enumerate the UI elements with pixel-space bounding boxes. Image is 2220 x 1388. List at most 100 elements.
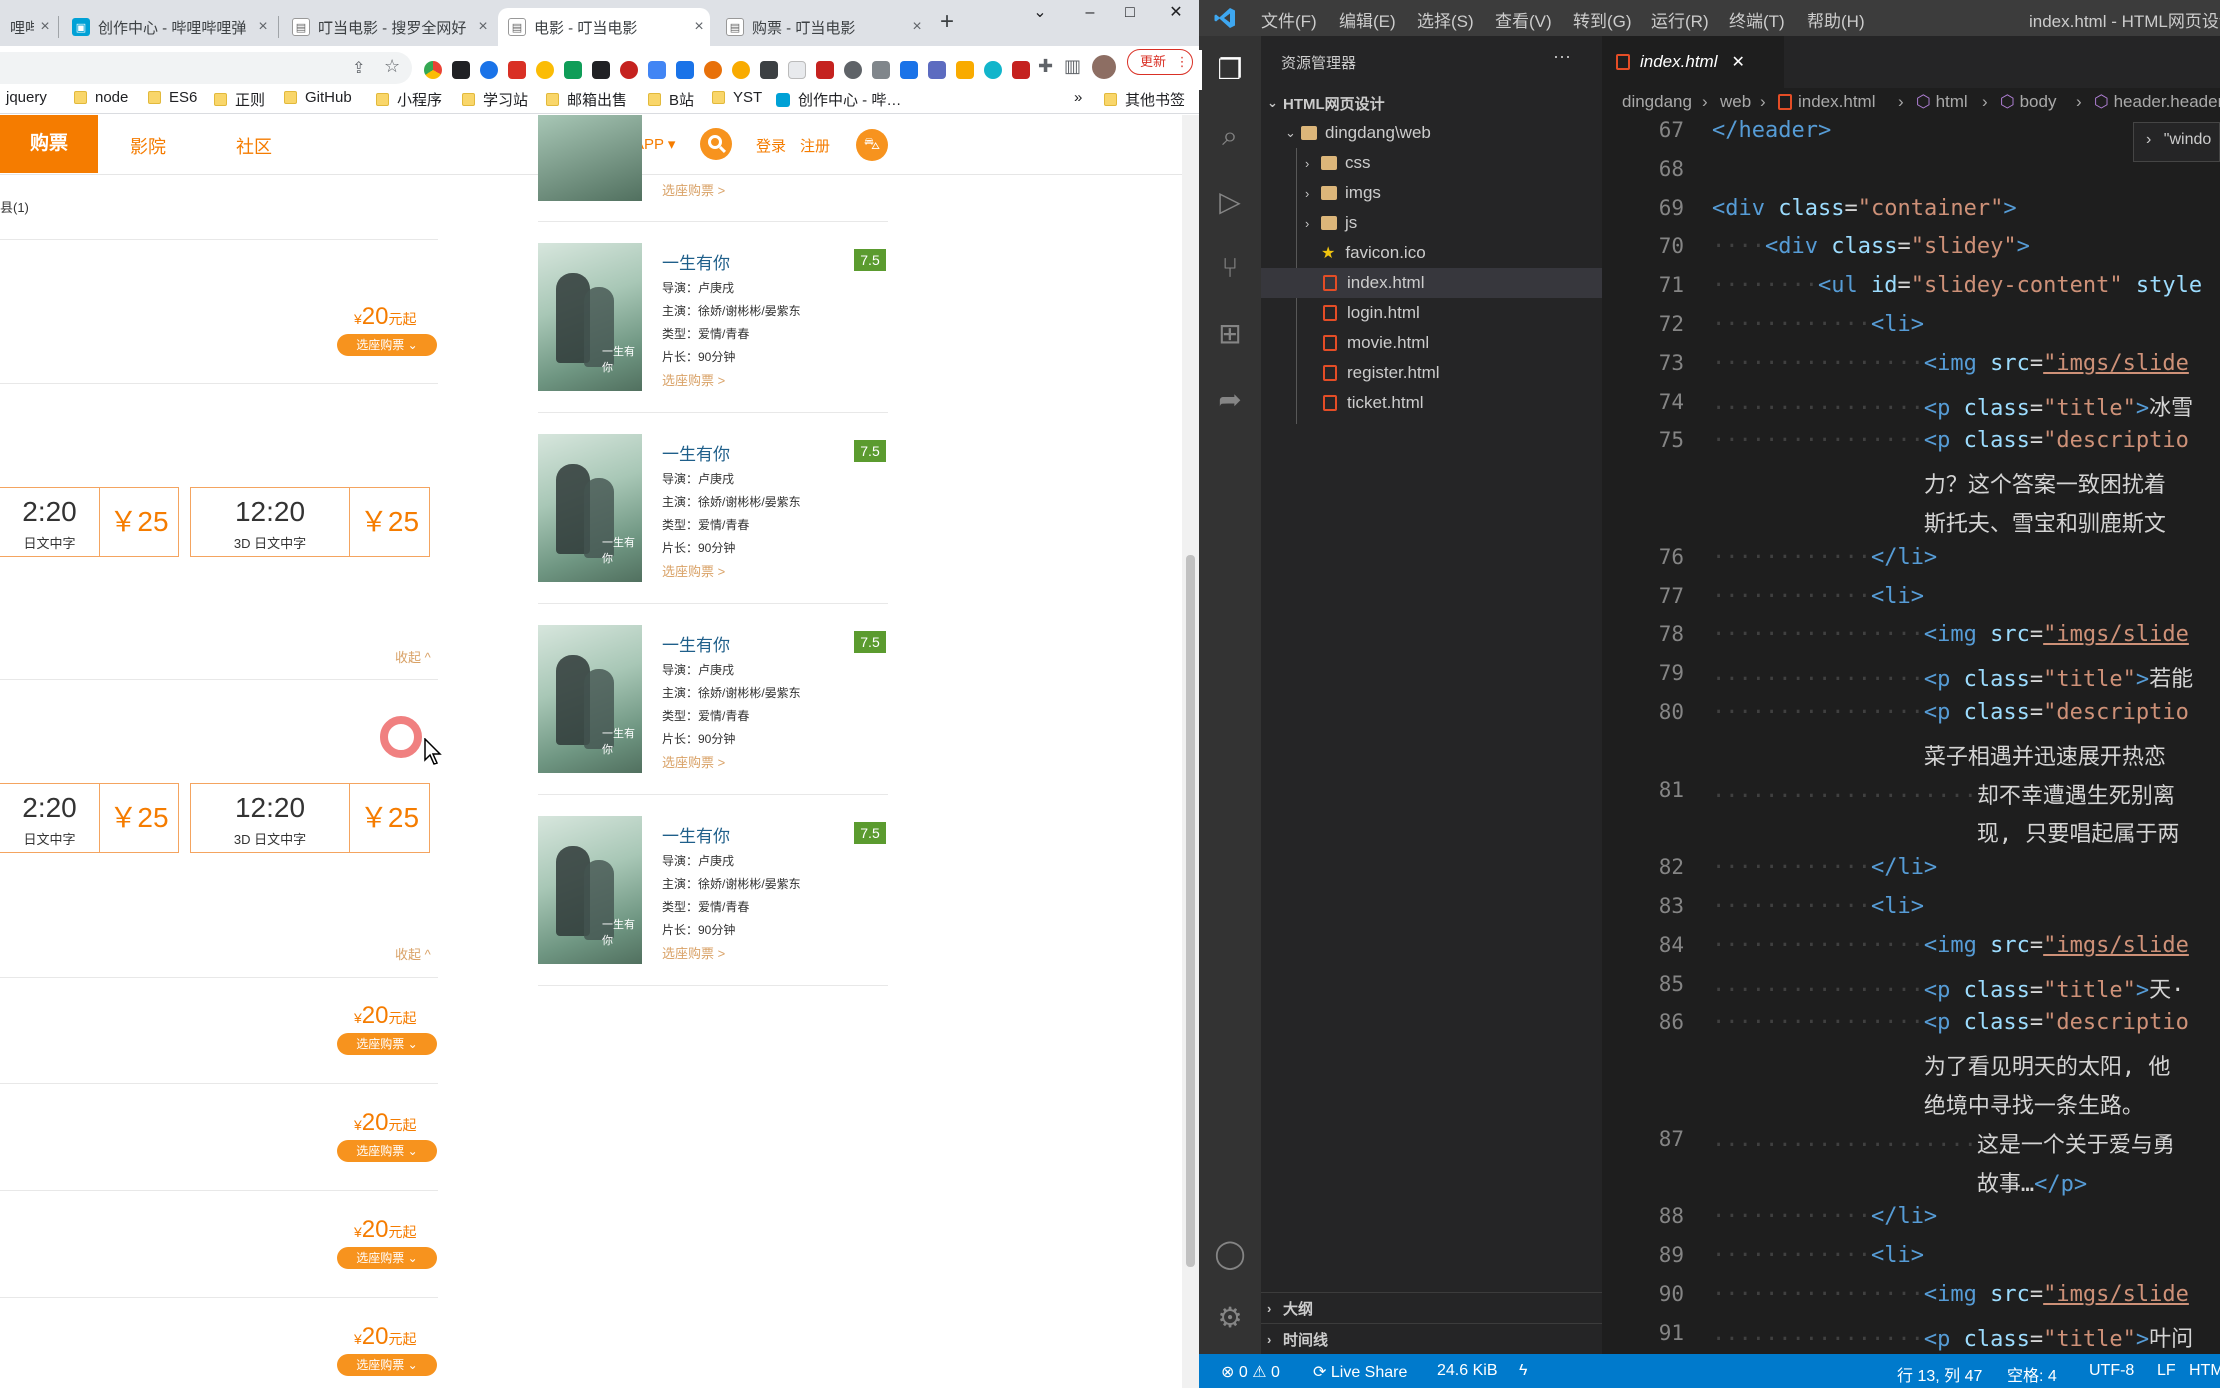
movie-title[interactable]: 一生有你 [662,249,730,274]
bookmark-node[interactable]: node [74,89,128,106]
bookmark-es6[interactable]: ES6 [148,89,197,106]
close-icon[interactable]: ✕ [1731,52,1744,72]
breadcrumb-item[interactable]: index.html [1778,92,1875,112]
extensions-icon[interactable]: ⊞ [1214,318,1246,350]
bookmark-yst[interactable]: YST [712,89,762,106]
tab-close-icon[interactable]: × [472,18,494,36]
extension-icon[interactable] [788,61,806,79]
select-seat-link[interactable]: 选座购票 > [662,943,725,962]
extension-icon[interactable] [760,61,778,79]
bookmark-miniprogram[interactable]: 小程序 [376,89,442,110]
menu-help[interactable]: 帮助(H) [1807,7,1865,32]
bookmarks-overflow[interactable]: » [1074,89,1082,106]
tab-bilibili[interactable]: 哩哔哩弹 × [0,8,56,46]
more-actions-icon[interactable]: ··· [1553,46,1571,67]
encoding-status[interactable]: UTF-8 [2089,1362,2134,1380]
showtime-price[interactable]: ￥25 [99,783,179,853]
side-panel-icon[interactable]: ▥ [1064,56,1081,77]
problems-status[interactable]: ⊗ 0 ⚠ 0 [1221,1362,1280,1382]
showtime-slot[interactable]: 12:20 3D 日文中字 [190,487,350,557]
eol-status[interactable]: LF [2157,1362,2176,1380]
breadcrumb-item[interactable]: dingdang [1622,92,1692,112]
register-link[interactable]: 注册 [800,135,830,156]
bookmark-study[interactable]: 学习站 [462,89,528,110]
tab-close-icon[interactable]: × [688,18,710,36]
source-control-icon[interactable]: ⑂ [1214,252,1246,284]
indentation-status[interactable]: 空格: 4 [2007,1362,2057,1386]
file-favicon[interactable]: ★ favicon.ico [1321,238,1426,268]
profile-avatar[interactable] [1092,55,1116,79]
extension-icon[interactable] [452,61,470,79]
extension-icon[interactable] [592,61,610,79]
chrome-extension-icon[interactable] [424,61,442,79]
bookmark-star-icon[interactable]: ☆ [384,56,400,77]
language-status[interactable]: HTM [2189,1362,2220,1380]
showtime-price[interactable]: ￥25 [349,783,430,853]
select-seat-button[interactable]: 选座购票 ⌄ [337,1247,437,1269]
movie-poster[interactable]: 一生有你 [538,625,642,773]
search-icon[interactable]: ⌕ [1214,120,1246,152]
folder-imgs[interactable]: › imgs [1305,178,1381,208]
close-window-button[interactable]: ✕ [1156,0,1196,28]
extension-icon[interactable] [480,61,498,79]
menu-terminal[interactable]: 终端(T) [1729,7,1785,32]
select-seat-button[interactable]: 选座购票 ⌄ [337,334,437,356]
maximize-button[interactable]: □ [1110,0,1150,28]
account-icon[interactable]: ◯ [1214,1238,1246,1270]
file-index-html[interactable]: index.html [1323,268,1424,298]
select-seat-button[interactable]: 选座购票 ⌄ [337,1354,437,1376]
page-scrollbar[interactable] [1182,115,1199,1388]
menu-goto[interactable]: 转到(G) [1573,7,1632,32]
extension-icon[interactable] [984,61,1002,79]
tab-close-icon[interactable]: × [906,18,928,36]
extension-icon[interactable] [536,61,554,79]
extension-icon[interactable] [508,61,526,79]
menu-view[interactable]: 查看(V) [1495,7,1552,32]
scrollbar-thumb[interactable] [1186,555,1195,1267]
code-editor[interactable]: 67 </header> 68 69 <div class="container"> 70… [1602,118,2220,1354]
extension-icon[interactable] [1012,61,1030,79]
folder-css[interactable]: › css [1305,148,1371,178]
select-seat-link[interactable]: 选座购票 > [662,180,725,199]
tab-creator-center[interactable]: ▣ 创作中心 - 哔哩哔哩弹 × [62,8,274,46]
menu-file[interactable]: 文件(F) [1261,7,1317,32]
bookmark-other[interactable]: 其他书签 [1104,89,1185,110]
movie-poster[interactable] [538,115,642,201]
tab-ticket[interactable]: ▤ 购票 - 叮当电影 × [716,8,928,46]
select-seat-button[interactable]: 选座购票 ⌄ [337,1140,437,1162]
tab-close-icon[interactable]: × [252,18,274,36]
folder-js[interactable]: › js [1305,208,1357,238]
explorer-icon[interactable]: ❐ [1214,54,1246,86]
cursor-position-status[interactable]: 行 13, 列 47 [1897,1362,1982,1386]
extension-icon[interactable] [564,61,582,79]
extension-icon[interactable] [704,61,722,79]
breadcrumb-item[interactable]: ⬡ body [2000,92,2056,112]
editor-tab-index-html[interactable]: index.html ✕ [1602,36,1784,88]
showtime-slot[interactable]: 2:20 日文中字 [0,783,100,853]
breadcrumb-item[interactable]: web [1720,92,1751,112]
live-share-icon[interactable]: ➦ [1214,384,1246,416]
minimize-button[interactable]: – [1070,0,1110,28]
movie-title[interactable]: 一生有你 [662,631,730,656]
movie-poster[interactable]: 一生有你 [538,434,642,582]
tab-dingdang-home[interactable]: ▤ 叮当电影 - 搜罗全网好 × [282,8,494,46]
cart-icon[interactable]: ⛍ [856,129,888,161]
breadcrumb-item[interactable]: ⬡ html [1916,92,1968,112]
movie-poster[interactable]: 一生有你 [538,816,642,964]
new-tab-button[interactable]: + [940,8,954,36]
bookmark-creator[interactable]: 创作中心 - 哔… [776,89,901,110]
collapse-link[interactable]: 收起 ^ [395,647,431,666]
run-debug-icon[interactable]: ▷ [1214,186,1246,218]
movie-poster[interactable]: 一生有你 [538,243,642,391]
address-bar[interactable]: ⇪ ☆ [0,52,412,84]
bookmark-mailbox[interactable]: 邮箱出售 [546,89,627,110]
extension-icon[interactable] [676,61,694,79]
file-movie-html[interactable]: movie.html [1323,328,1429,358]
extension-icon[interactable] [844,61,862,79]
camera-icon[interactable] [872,61,890,79]
select-seat-link[interactable]: 选座购票 > [662,370,725,389]
showtime-price[interactable]: ￥25 [99,487,179,557]
select-seat-link[interactable]: 选座购票 > [662,561,725,580]
extension-icon[interactable] [928,61,946,79]
menu-selection[interactable]: 选择(S) [1417,7,1474,32]
